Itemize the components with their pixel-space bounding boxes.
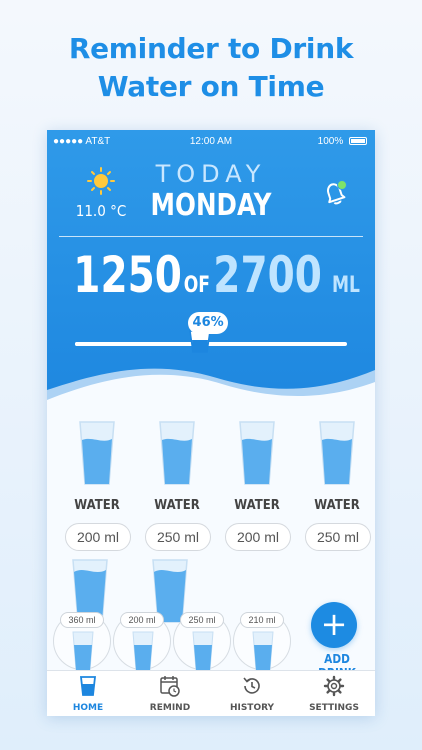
drink-amount-pill[interactable]: 200 ml xyxy=(225,523,291,551)
quick-amount-pill[interactable]: 360 ml xyxy=(60,612,104,628)
water-glass-icon xyxy=(239,421,275,485)
tab-home[interactable]: HOME xyxy=(47,675,129,713)
tab-label: HISTORY xyxy=(229,703,275,713)
tab-history[interactable]: HISTORY xyxy=(211,675,293,713)
water-glass-icon xyxy=(319,421,355,485)
gear-icon xyxy=(323,675,345,697)
headline-line-2: Water on Time xyxy=(97,70,325,103)
drink-card[interactable]: WATER 200 ml xyxy=(65,420,131,551)
promo-headline: Reminder to Drink Water on Time xyxy=(0,30,422,106)
drink-label: WATER xyxy=(154,498,200,513)
tab-settings[interactable]: SETTINGS xyxy=(293,675,375,713)
drink-amount-pill[interactable]: 250 ml xyxy=(305,523,371,551)
progress-fill xyxy=(75,342,201,346)
drink-amount-pill[interactable]: 250 ml xyxy=(145,523,211,551)
drink-label: WATER xyxy=(314,498,360,513)
cup-icon xyxy=(79,676,97,696)
drink-amount-pill[interactable]: 200 ml xyxy=(65,523,131,551)
drink-card[interactable]: WATER 250 ml xyxy=(145,420,211,551)
water-glass-icon xyxy=(72,631,94,671)
tab-bar: HOME REMIND HISTORY SETTINGS xyxy=(47,670,375,716)
add-drink-button[interactable]: + xyxy=(311,602,357,648)
water-glass-icon xyxy=(192,631,214,671)
tab-label: SETTINGS xyxy=(309,703,359,713)
drink-label: WATER xyxy=(234,498,280,513)
battery-icon xyxy=(349,137,367,145)
calendar-clock-icon xyxy=(160,676,180,697)
day-name: MONDAY xyxy=(150,188,272,223)
drink-card[interactable]: WATER 200 ml xyxy=(225,420,291,551)
water-glass-icon xyxy=(79,421,115,485)
drink-card[interactable]: WATER 250 ml xyxy=(305,420,371,551)
phone-screen: ●●●●● AT&T 12:00 AM 100% 11.0 °C TODAY M… xyxy=(47,130,375,716)
header-divider xyxy=(59,236,363,237)
intake-unit: ML xyxy=(332,273,361,298)
bell-icon[interactable] xyxy=(317,176,353,212)
status-bar: ●●●●● AT&T 12:00 AM 100% xyxy=(47,130,375,152)
drink-label: WATER xyxy=(74,498,120,513)
current-intake: 1250 xyxy=(72,246,182,304)
intake-totals: 1250 OF 2700 ML xyxy=(47,246,375,304)
water-glass-icon xyxy=(159,421,195,485)
tab-remind[interactable]: REMIND xyxy=(129,675,211,713)
water-glass-icon xyxy=(252,631,274,671)
water-glass-icon xyxy=(132,631,154,671)
quick-amount-pill[interactable]: 250 ml xyxy=(180,612,224,628)
quick-amount-pill[interactable]: 200 ml xyxy=(120,612,164,628)
quick-amount-pill[interactable]: 210 ml xyxy=(240,612,284,628)
of-label: OF xyxy=(184,273,211,298)
progress-percent-badge: 46% xyxy=(188,312,229,334)
goal-intake: 2700 xyxy=(212,246,322,304)
history-icon xyxy=(243,677,260,694)
battery-percent: 100% xyxy=(317,136,344,147)
tab-label: REMIND xyxy=(149,703,191,713)
battery-indicator: 100% xyxy=(318,136,367,147)
headline-line-1: Reminder to Drink xyxy=(68,32,354,65)
tab-label: HOME xyxy=(72,703,104,713)
